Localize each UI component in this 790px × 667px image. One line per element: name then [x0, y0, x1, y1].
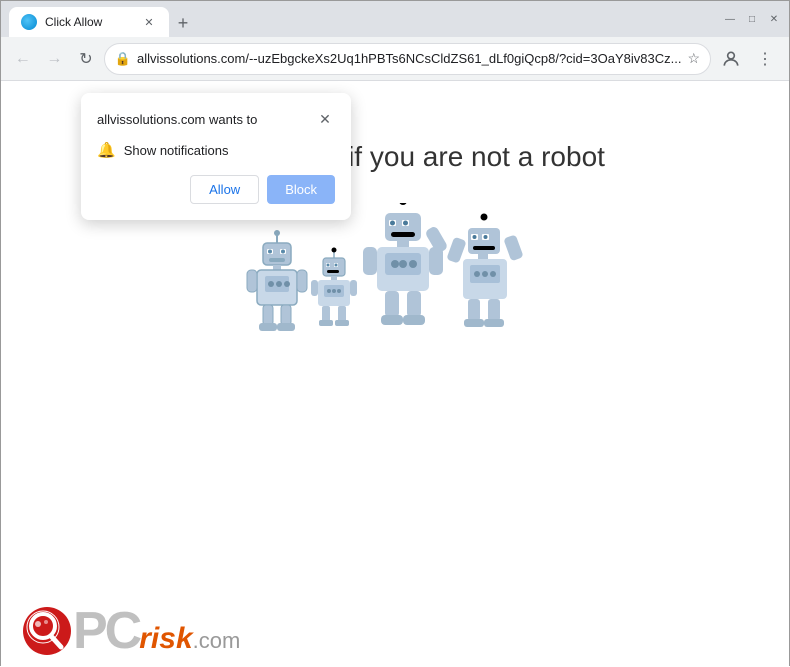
popup-notification-text: Show notifications [124, 143, 229, 158]
tab-close-button[interactable]: ✕ [141, 14, 157, 30]
brand-text-container: PCrisk.com [73, 605, 240, 657]
bell-icon: 🔔 [97, 141, 116, 159]
address-bar[interactable]: 🔒 allvissolutions.com/--uzEbgckeXs2Uq1hP… [104, 43, 711, 75]
reload-button[interactable]: ↻ [72, 43, 100, 75]
address-text: allvissolutions.com/--uzEbgckeXs2Uq1hPBT… [137, 51, 681, 66]
titlebar: Click Allow ✕ + — □ ✕ [1, 1, 789, 37]
lock-icon: 🔒 [115, 51, 131, 67]
popup-close-button[interactable]: ✕ [315, 109, 335, 129]
titlebar-tabs: Click Allow ✕ + [9, 1, 711, 37]
tab-title: Click Allow [45, 15, 102, 29]
allow-button[interactable]: Allow [190, 175, 259, 204]
popup-notification-row: 🔔 Show notifications [97, 141, 335, 159]
minimize-button[interactable]: — [723, 12, 737, 26]
nav-actions: ⋮ [715, 43, 781, 75]
permission-popup: allvissolutions.com wants to ✕ 🔔 Show no… [81, 93, 351, 220]
navbar: ← → ↻ 🔒 allvissolutions.com/--uzEbgckeXs… [1, 37, 789, 81]
brand-risk: risk [139, 622, 192, 655]
profile-button[interactable] [715, 43, 747, 75]
window-controls: — □ ✕ [723, 12, 781, 26]
popup-title: allvissolutions.com wants to [97, 112, 257, 127]
back-button[interactable]: ← [9, 43, 37, 75]
brand-com: .com [193, 628, 241, 653]
close-button[interactable]: ✕ [767, 12, 781, 26]
new-tab-button[interactable]: + [169, 9, 197, 37]
robots-svg [245, 203, 545, 333]
menu-button[interactable]: ⋮ [749, 43, 781, 75]
brand-logo-icon [21, 605, 73, 657]
forward-button[interactable]: → [41, 43, 69, 75]
tab-favicon [21, 14, 37, 30]
active-tab[interactable]: Click Allow ✕ [9, 7, 169, 37]
bookmark-icon[interactable]: ☆ [687, 50, 700, 67]
browser-content: allvissolutions.com wants to ✕ 🔔 Show no… [1, 81, 789, 667]
maximize-button[interactable]: □ [745, 12, 759, 26]
popup-buttons: Allow Block [97, 175, 335, 204]
brand-pc: PC [73, 602, 139, 660]
robots-illustration [245, 203, 545, 333]
popup-header: allvissolutions.com wants to ✕ [97, 109, 335, 129]
block-button[interactable]: Block [267, 175, 335, 204]
footer-brand: PCrisk.com [21, 605, 240, 657]
